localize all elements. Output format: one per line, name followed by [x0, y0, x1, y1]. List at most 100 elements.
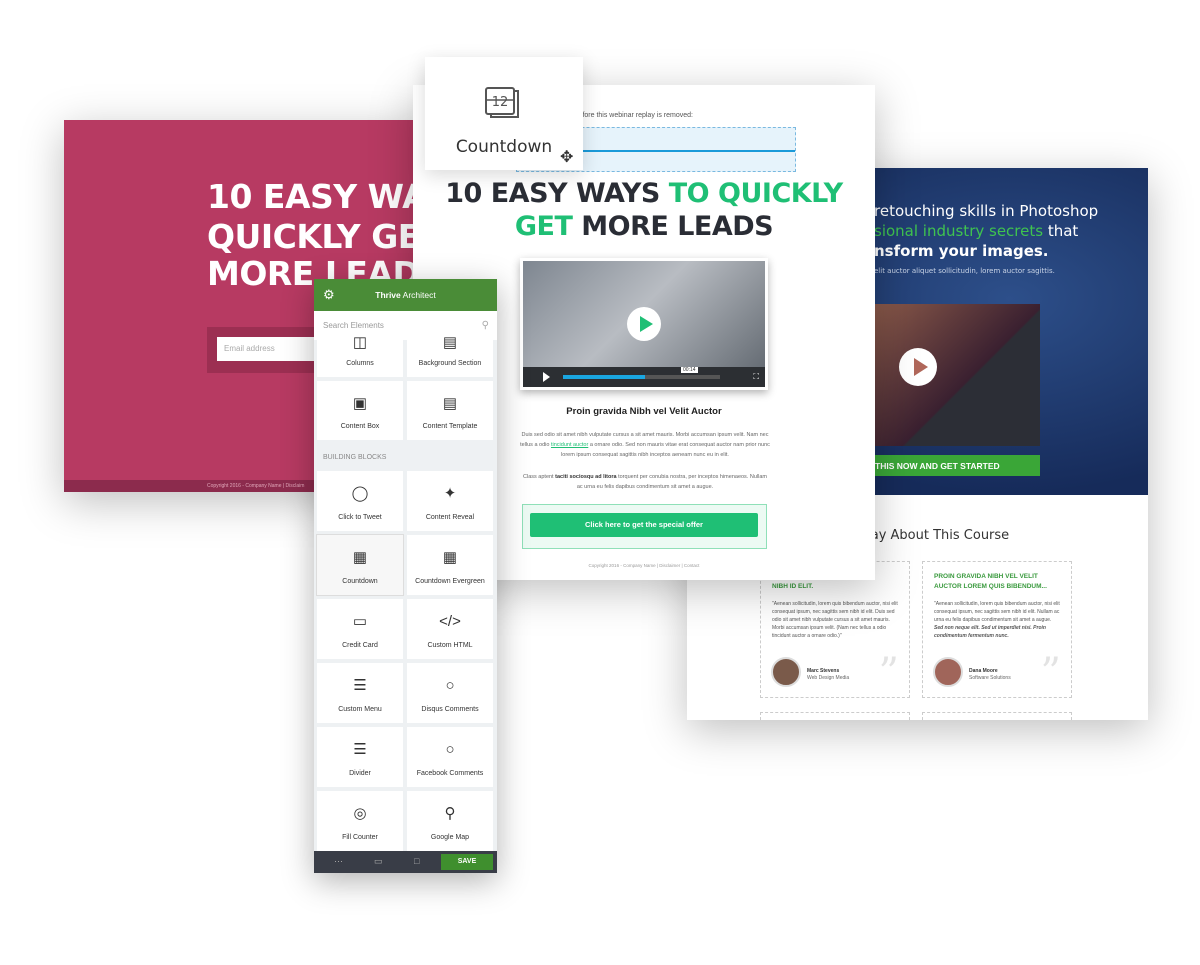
play-icon[interactable]	[899, 348, 937, 386]
testimonial-title: NIBH ID ELIT.	[772, 583, 814, 590]
fullscreen-icon[interactable]: ⛶	[753, 372, 759, 382]
map-pin-icon: ⚲	[444, 805, 456, 822]
sidebar-footer: ⋯ ▭ □ SAVE	[314, 851, 497, 873]
video-controls: 00:14 ⛶	[523, 367, 765, 387]
gear-icon[interactable]: ⚙	[323, 279, 335, 311]
tile-label: Divider	[349, 770, 371, 777]
video-progress[interactable]: 00:14	[563, 367, 720, 379]
element-tile-content-template[interactable]: ▤ Content Template	[407, 381, 493, 440]
testimonial-emphasis: Sed non neque elit. Sed ut imperdiet nis…	[934, 625, 1046, 639]
tile-label: Countdown	[342, 578, 378, 585]
tile-label: Custom HTML	[427, 642, 473, 649]
paragraph: Class aptent taciti sociosqu ad litora t…	[520, 472, 770, 492]
countdown-number: 12	[492, 95, 509, 110]
video-timestamp: 00:14	[681, 367, 698, 373]
quote-icon: ”	[1040, 650, 1061, 696]
facebook-comments-icon: ○	[445, 741, 455, 758]
element-tile-custom-html[interactable]: </> Custom HTML	[407, 599, 493, 659]
element-tile-content-box[interactable]: ▣ Content Box	[317, 381, 403, 440]
countdown-icon: 12	[485, 87, 519, 118]
element-tile-content-reveal[interactable]: ✦ Content Reveal	[407, 471, 493, 531]
tile-label: Countdown Evergreen	[415, 578, 485, 585]
testimonial-card: PROIN GRAVIDA NIBH VEL VELIT AUCTOR LORE…	[922, 561, 1072, 698]
section-label: BUILDING BLOCKS	[323, 454, 387, 461]
tile-label: Content Reveal	[425, 514, 475, 521]
disqus-icon: ○	[445, 677, 455, 694]
tile-label: Columns	[346, 360, 374, 367]
save-button[interactable]: SAVE	[441, 854, 493, 870]
element-tile-disqus-comments[interactable]: ○ Disqus Comments	[407, 663, 493, 723]
tile-label: Credit Card	[342, 642, 378, 649]
tile-label: Google Map	[430, 834, 470, 841]
special-offer-button[interactable]: Click here to get the special offer	[530, 513, 758, 537]
testimonial-role: Software Solutions	[969, 675, 1011, 681]
testimonial-card	[922, 712, 1072, 720]
element-tile-credit-card[interactable]: ▭ Credit Card	[317, 599, 403, 659]
tile-label: Fill Counter	[342, 834, 378, 841]
code-icon: </>	[439, 613, 461, 630]
responsive-icon[interactable]: ▭	[374, 856, 383, 867]
quote-icon: ”	[878, 650, 899, 696]
headline-text: MORE LEADS	[572, 211, 774, 242]
credit-card-icon: ▭	[352, 613, 368, 630]
hero-highlight: sional industry secrets	[874, 222, 1044, 240]
paragraph-link[interactable]: tincidunt auctor	[551, 442, 588, 448]
content-template-icon: ▤	[442, 395, 458, 412]
move-icon[interactable]: ✥	[560, 147, 573, 167]
background-section-icon: ▤	[442, 334, 458, 351]
element-tile-divider[interactable]: ☰ Divider	[317, 727, 403, 787]
hero-subtext: elit auctor aliquet sollicitudin, lorem …	[874, 267, 1055, 275]
tile-label: Custom Menu	[338, 706, 382, 713]
play-icon[interactable]	[627, 307, 661, 341]
paragraph-bold: taciti sociosqu ad litora	[555, 474, 617, 480]
testimonial-text: "Aenean sollicitudin, lorem quis bibendu…	[772, 601, 898, 639]
element-tile-fill-counter[interactable]: ◎ Fill Counter	[317, 791, 403, 851]
testimonial-body: "Aenean sollicitudin, lorem quis bibendu…	[934, 601, 1060, 623]
testimonial-card	[760, 712, 910, 720]
brand-rest: Architect	[400, 290, 436, 300]
cta-container: Click here to get the special offer	[522, 504, 767, 549]
element-tile-countdown-evergreen[interactable]: ▦ Countdown Evergreen	[407, 535, 493, 595]
tile-label: Facebook Comments	[416, 770, 484, 777]
pink-headline-line: QUICKLY GEN	[207, 217, 420, 256]
headline-text: 10 EASY WAYS	[445, 178, 669, 209]
play-small-icon[interactable]	[543, 372, 550, 382]
tile-label: Click to Tweet	[338, 514, 382, 521]
element-tile-countdown[interactable]: ▦ Countdown	[317, 535, 403, 595]
hero-line: sional industry secrets that	[874, 222, 1078, 240]
course-video[interactable]	[875, 304, 1040, 446]
get-started-button[interactable]: THIS NOW AND GET STARTED	[875, 455, 1040, 476]
element-tile-google-map[interactable]: ⚲ Google Map	[407, 791, 493, 851]
paragraph-text: Class aptent	[523, 474, 556, 480]
element-tile-custom-menu[interactable]: ☰ Custom Menu	[317, 663, 403, 723]
testimonial-title: PROIN GRAVIDA NIBH VEL VELIT AUCTOR LORE…	[934, 573, 1047, 590]
tile-label: Content Box	[340, 423, 380, 430]
more-icon[interactable]: ⋯	[334, 856, 343, 867]
content-reveal-icon: ✦	[443, 485, 457, 502]
menu-icon: ☰	[353, 677, 367, 694]
page-headline: 10 EASY WAYS TO QUICKLY GET MORE LEADS	[413, 177, 875, 243]
hero-line: nsform your images.	[874, 242, 1049, 260]
pink-headline-line: 10 EASY WAYS	[207, 177, 420, 216]
dragged-countdown-element[interactable]: 12 Countdown ✥	[425, 57, 583, 170]
content-box-icon: ▣	[352, 395, 368, 412]
paragraph: Duis sed odio sit amet nibh vulputate cu…	[520, 430, 770, 460]
page-settings-icon[interactable]: □	[414, 856, 419, 866]
element-tile-background-section[interactable]: ▤ Background Section	[407, 334, 493, 377]
element-tile-columns[interactable]: ◫ Columns	[317, 334, 403, 377]
headline-highlight: TO QUICKLY	[668, 178, 843, 209]
element-tile-click-to-tweet[interactable]: ◯ Click to Tweet	[317, 471, 403, 531]
sidebar-header: ⚙ Thrive Architect	[314, 279, 497, 311]
divider-icon: ☰	[353, 741, 367, 758]
search-icon: ⚲	[481, 320, 489, 331]
twitter-icon: ◯	[351, 485, 369, 502]
avatar	[771, 657, 801, 687]
headline-highlight: GET	[514, 211, 573, 242]
tile-label: Content Template	[422, 423, 478, 430]
paragraph-text: a ornare odio. Sed non mauris vitae erat…	[561, 442, 770, 458]
video-player[interactable]: 00:14 ⛶	[520, 258, 768, 390]
hero-text: that	[1043, 222, 1079, 240]
fill-counter-icon: ◎	[353, 805, 367, 822]
video-progress-fill	[563, 375, 645, 379]
element-tile-facebook-comments[interactable]: ○ Facebook Comments	[407, 727, 493, 787]
